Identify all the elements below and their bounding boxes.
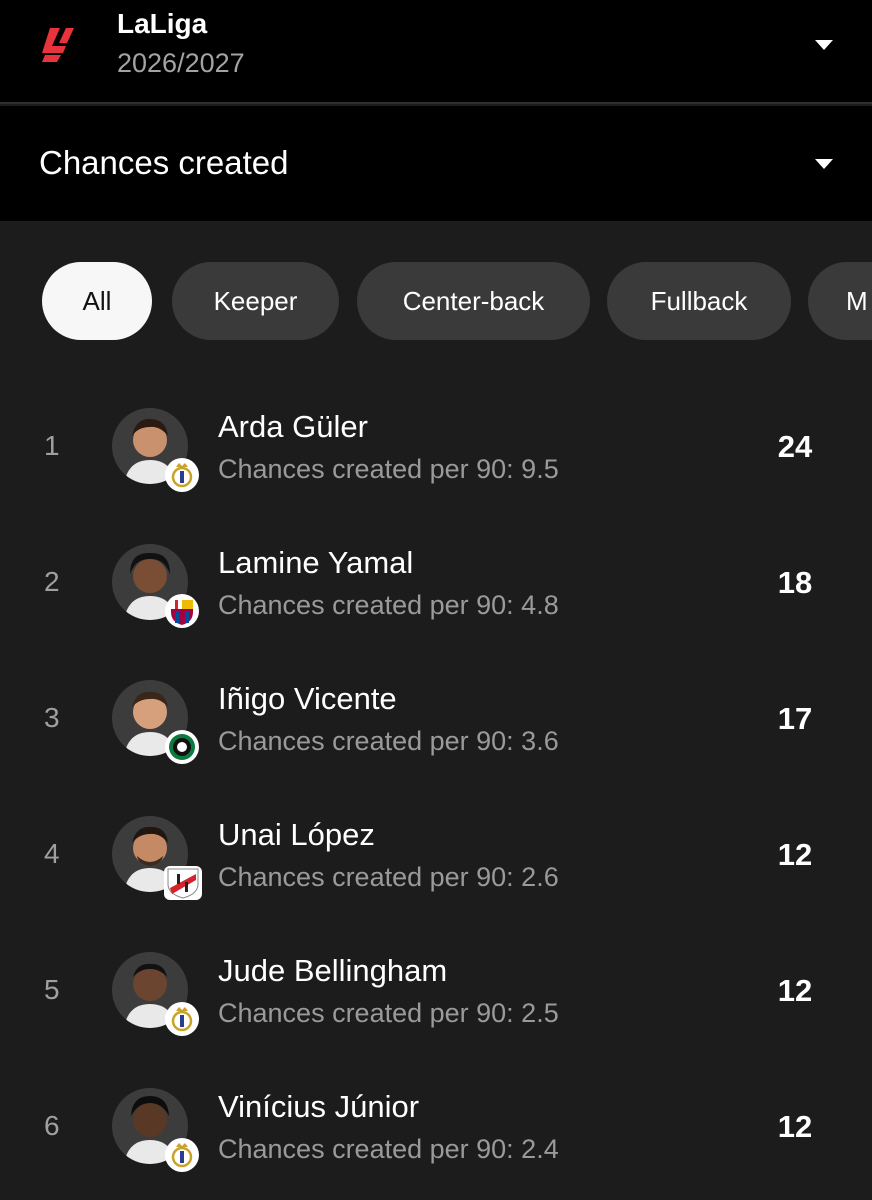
real-madrid-badge-icon: [165, 1138, 199, 1172]
chip-all[interactable]: All: [42, 262, 152, 340]
league-season: 2026/2027: [117, 48, 245, 78]
laliga-logo-icon: [42, 28, 74, 62]
player-per90: Chances created per 90: 2.5: [218, 998, 559, 1028]
player-per90: Chances created per 90: 4.8: [218, 590, 559, 620]
player-per90: Chances created per 90: 3.6: [218, 726, 559, 756]
player-value: 18: [777, 565, 813, 600]
player-name: Unai López: [218, 817, 375, 852]
player-per90: Chances created per 90: 9.5: [218, 454, 559, 484]
league-name: LaLiga: [117, 8, 208, 39]
stat-selector[interactable]: Chances created: [0, 106, 872, 221]
player-per90: Chances created per 90: 2.6: [218, 862, 559, 892]
chip-center-back[interactable]: Center-back: [357, 262, 590, 340]
chevron-down-icon[interactable]: [815, 159, 833, 169]
player-row[interactable]: 4 Unai López Chances created per 90: 2.6…: [0, 786, 872, 922]
real-madrid-badge-icon: [165, 1002, 199, 1036]
player-name: Iñigo Vicente: [218, 681, 397, 716]
player-value: 24: [777, 429, 813, 464]
chip-fullback[interactable]: Fullback: [607, 262, 791, 340]
stat-title: Chances created: [39, 144, 289, 181]
player-name: Arda Güler: [218, 409, 368, 444]
player-value: 12: [777, 973, 813, 1008]
player-row[interactable]: 6 Vinícius Júnior Chances created per 90…: [0, 1058, 872, 1194]
chip-midfielder[interactable]: M: [808, 262, 872, 340]
player-name: Jude Bellingham: [218, 953, 448, 988]
player-value: 12: [777, 1109, 813, 1144]
player-row[interactable]: 5 Jude Bellingham Chances created per 90…: [0, 922, 872, 1058]
real-madrid-badge-icon: [165, 458, 199, 492]
player-name: Vinícius Júnior: [218, 1089, 420, 1124]
chevron-down-icon[interactable]: [815, 40, 833, 50]
player-row[interactable]: 2 Lamine Yamal Chances created per 90: 4…: [0, 514, 872, 650]
player-per90: Chances created per 90: 2.4: [218, 1134, 559, 1164]
player-row[interactable]: 1 Arda Güler Chances created per 90: 9.5…: [0, 378, 872, 514]
league-selector[interactable]: LaLiga 2026/2027: [0, 0, 872, 104]
player-value: 17: [777, 701, 813, 736]
player-name: Lamine Yamal: [218, 545, 414, 580]
player-value: 12: [777, 837, 813, 872]
player-row[interactable]: 3 Iñigo Vicente Chances created per 90: …: [0, 650, 872, 786]
rayo-badge-icon: [164, 866, 202, 900]
chip-keeper[interactable]: Keeper: [172, 262, 339, 340]
position-filter-chips: All Keeper Center-back Fullback M: [0, 262, 872, 340]
racing-badge-icon: [165, 730, 199, 764]
barcelona-badge-icon: [165, 594, 199, 628]
